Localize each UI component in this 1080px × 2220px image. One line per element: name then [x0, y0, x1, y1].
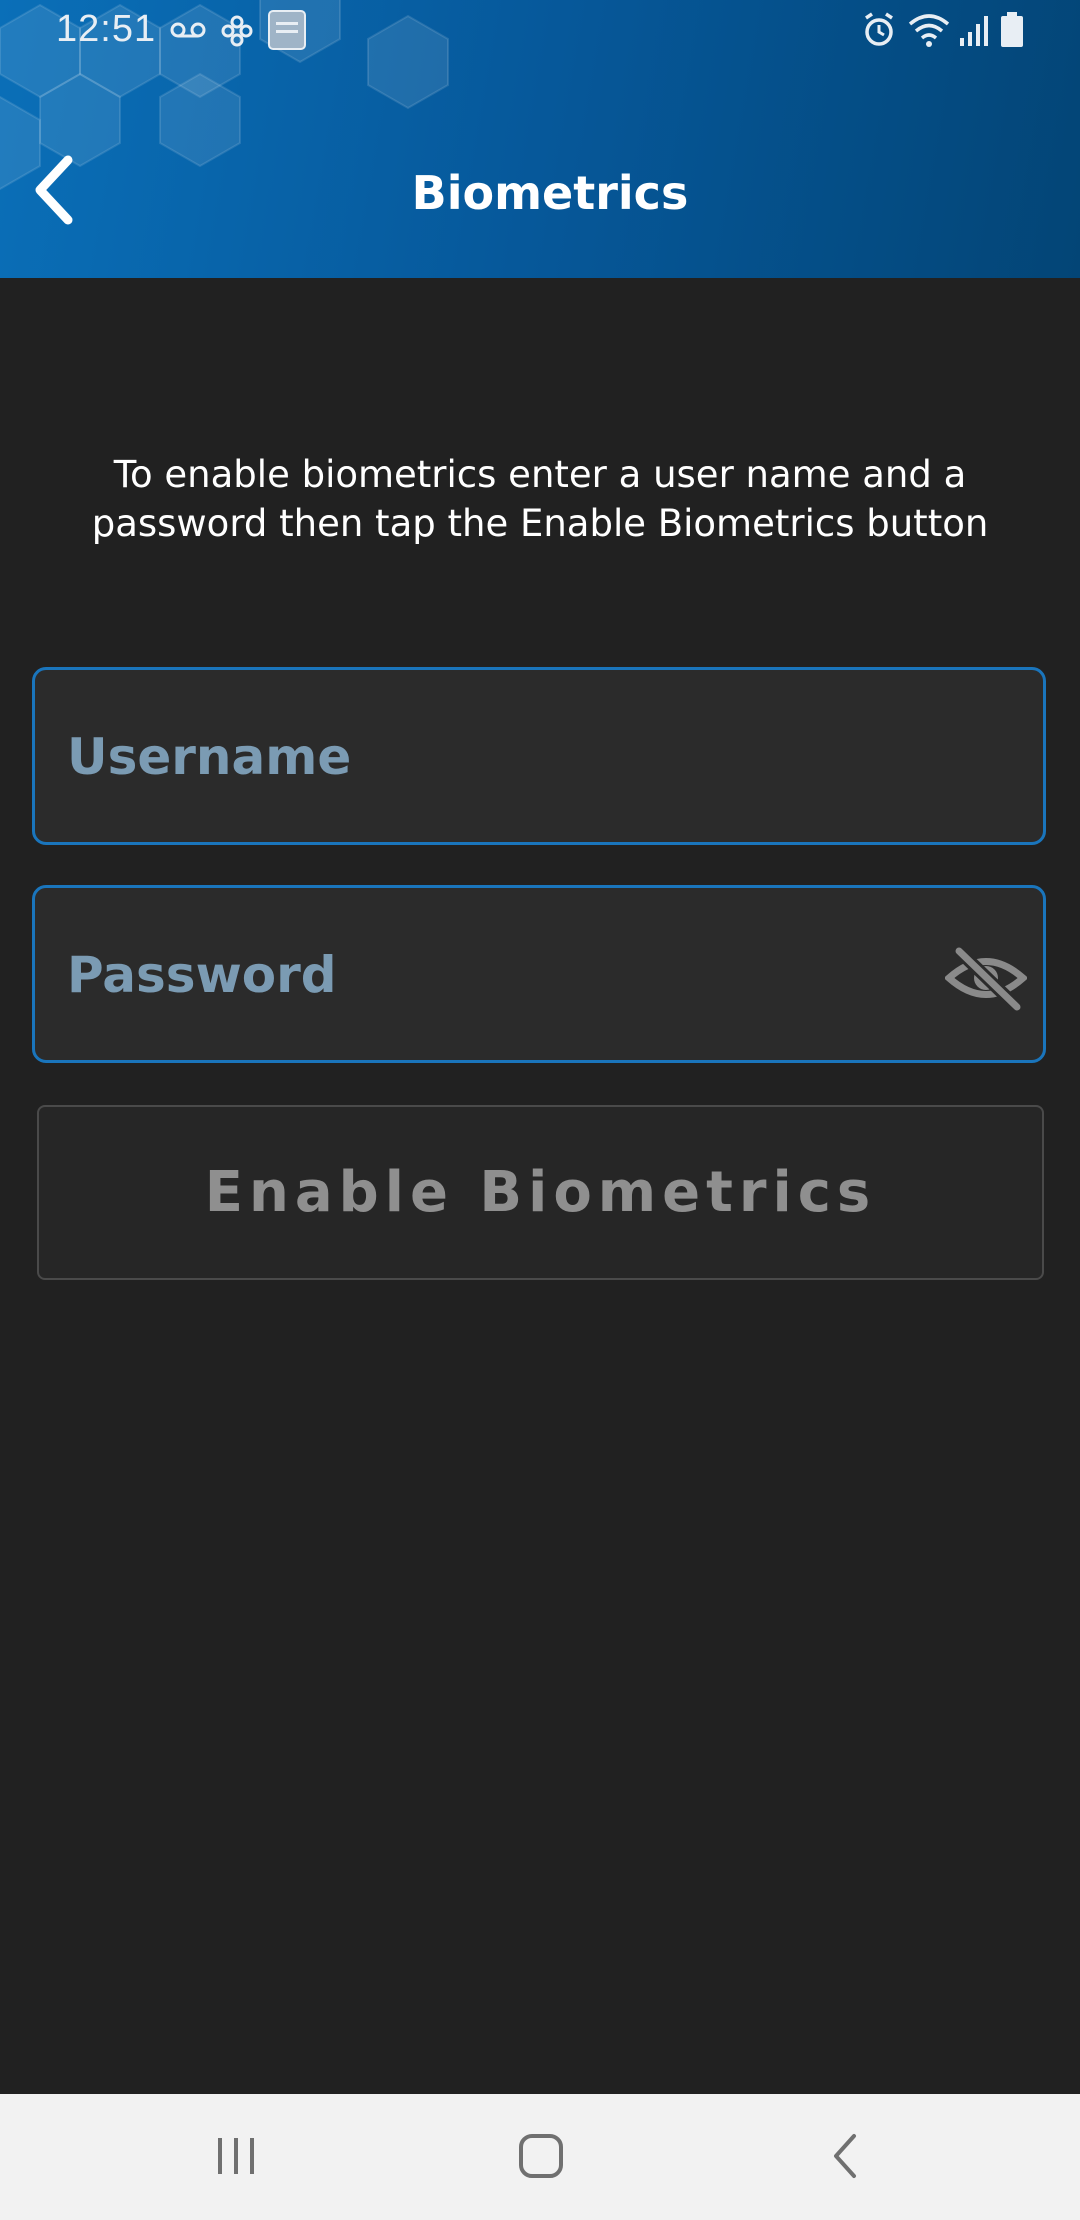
app-header: 12:51 Biometrics: [0, 0, 1080, 278]
wifi-icon: [908, 14, 950, 47]
pinwheel-icon: [221, 15, 253, 47]
recent-apps-icon[interactable]: [212, 2126, 262, 2186]
password-field[interactable]: [32, 885, 1046, 1063]
enable-biometrics-button[interactable]: Enable Biometrics: [37, 1105, 1044, 1280]
username-field[interactable]: [32, 667, 1046, 845]
voicemail-icon: [170, 22, 206, 38]
alarm-icon: [865, 12, 893, 46]
home-icon[interactable]: [514, 2126, 568, 2186]
instructions-text: To enable biometrics enter a user name a…: [91, 453, 989, 545]
battery-icon: [1001, 12, 1023, 47]
nav-back-icon[interactable]: [820, 2126, 870, 2186]
username-input[interactable]: [65, 670, 929, 844]
status-bar: 12:51: [0, 0, 1080, 62]
signal-icon: [960, 16, 988, 46]
system-nav-bar: [0, 2094, 1080, 2220]
page-title: Biometrics: [411, 166, 689, 220]
eye-off-icon[interactable]: [945, 943, 1027, 1013]
password-input[interactable]: [65, 888, 929, 1062]
status-time: 12:51: [56, 8, 157, 50]
bible-app-icon: [268, 10, 306, 50]
